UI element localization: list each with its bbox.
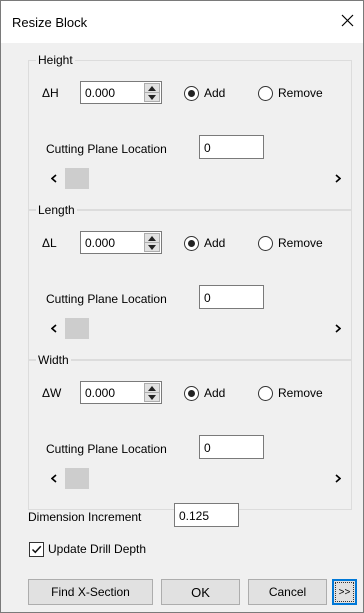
delta-l-label: ΔL: [42, 236, 57, 250]
close-icon: [341, 14, 354, 27]
radio-unselected-icon: [258, 235, 273, 251]
checkbox-checked-icon: [29, 541, 44, 557]
length-cutting-plane-label: Cutting Plane Location: [46, 292, 167, 306]
dialog-title: Resize Block: [12, 15, 88, 30]
chevron-left-icon: [51, 174, 57, 183]
more-options-label: >>: [335, 582, 354, 602]
delta-h-increment-button[interactable]: [145, 84, 159, 92]
length-scroll-thumb[interactable]: [65, 318, 89, 339]
height-cutting-plane-value: 0: [204, 141, 211, 155]
width-remove-label: Remove: [278, 386, 323, 400]
height-group: Height ΔH 0.000 Add Remove Cutting Plane…: [28, 53, 352, 210]
title-bar: Resize Block: [1, 1, 363, 43]
width-cutting-plane-label: Cutting Plane Location: [46, 442, 167, 456]
radio-selected-icon: [184, 385, 199, 401]
triangle-down-icon: [148, 94, 156, 100]
height-group-label: Height: [36, 53, 75, 67]
height-cutting-plane-label: Cutting Plane Location: [46, 142, 167, 156]
radio-selected-icon: [184, 235, 199, 251]
dimension-increment-label: Dimension Increment: [28, 510, 142, 524]
height-remove-label: Remove: [278, 86, 323, 100]
ok-button[interactable]: OK: [161, 579, 240, 605]
delta-l-value: 0.000: [85, 236, 116, 250]
radio-unselected-icon: [258, 385, 273, 401]
delta-h-value: 0.000: [85, 86, 116, 100]
height-cutting-plane-input[interactable]: 0: [199, 135, 264, 159]
height-remove-radio[interactable]: Remove: [258, 83, 323, 103]
length-scroll-right-button[interactable]: [329, 317, 347, 340]
width-group-label: Width: [36, 353, 71, 367]
dimension-increment-input[interactable]: 0.125: [174, 503, 239, 527]
resize-block-dialog: Resize Block Height ΔH 0.000 Add Remove …: [0, 0, 364, 613]
height-add-label: Add: [204, 86, 226, 100]
width-cutting-plane-value: 0: [204, 441, 211, 455]
width-scroll-thumb[interactable]: [65, 468, 89, 489]
height-scroll-left-button[interactable]: [45, 167, 63, 190]
radio-selected-icon: [184, 85, 199, 101]
width-add-label: Add: [204, 386, 226, 400]
update-drill-depth-checkbox[interactable]: Update Drill Depth: [29, 540, 146, 558]
chevron-right-icon: [335, 324, 341, 333]
length-scroll-left-button[interactable]: [45, 317, 63, 340]
width-cutting-plane-input[interactable]: 0: [199, 435, 264, 459]
cancel-button[interactable]: Cancel: [248, 579, 327, 605]
chevron-left-icon: [51, 474, 57, 483]
delta-h-label: ΔH: [42, 86, 59, 100]
delta-h-spin-buttons: [144, 83, 160, 102]
length-add-radio[interactable]: Add: [184, 233, 225, 253]
more-options-button[interactable]: >>: [332, 579, 357, 605]
triangle-down-icon: [148, 244, 156, 250]
height-scrollbar[interactable]: [45, 167, 347, 190]
width-remove-radio[interactable]: Remove: [258, 383, 323, 403]
dimension-increment-value: 0.125: [179, 509, 210, 523]
delta-h-decrement-button[interactable]: [145, 93, 159, 101]
width-group: Width ΔW 0.000 Add Remove Cutting Plane …: [28, 353, 352, 510]
triangle-up-icon: [148, 85, 156, 91]
delta-w-decrement-button[interactable]: [145, 393, 159, 401]
delta-w-spin-buttons: [144, 383, 160, 402]
delta-l-increment-button[interactable]: [145, 234, 159, 242]
chevron-right-icon: [335, 474, 341, 483]
chevron-left-icon: [51, 324, 57, 333]
update-drill-depth-label: Update Drill Depth: [48, 542, 147, 556]
chevron-right-icon: [335, 174, 341, 183]
close-button[interactable]: [333, 9, 361, 33]
radio-unselected-icon: [258, 85, 273, 101]
triangle-down-icon: [148, 394, 156, 400]
delta-w-increment-button[interactable]: [145, 384, 159, 392]
delta-h-spinbox[interactable]: 0.000: [80, 81, 162, 104]
length-cutting-plane-value: 0: [204, 291, 211, 305]
height-add-radio[interactable]: Add: [184, 83, 225, 103]
length-add-label: Add: [204, 236, 226, 250]
triangle-up-icon: [148, 385, 156, 391]
length-group-label: Length: [36, 203, 77, 217]
height-scroll-thumb[interactable]: [65, 168, 89, 189]
length-remove-label: Remove: [278, 236, 323, 250]
checkmark-icon: [31, 545, 42, 553]
find-x-section-button[interactable]: Find X-Section: [28, 579, 153, 605]
delta-l-spinbox[interactable]: 0.000: [80, 231, 162, 254]
delta-w-value: 0.000: [85, 386, 116, 400]
length-scrollbar[interactable]: [45, 317, 347, 340]
delta-l-spin-buttons: [144, 233, 160, 252]
delta-l-decrement-button[interactable]: [145, 243, 159, 251]
width-scroll-left-button[interactable]: [45, 467, 63, 490]
length-cutting-plane-input[interactable]: 0: [199, 285, 264, 309]
triangle-up-icon: [148, 235, 156, 241]
length-group: Length ΔL 0.000 Add Remove Cutting Plane…: [28, 203, 352, 360]
width-scrollbar[interactable]: [45, 467, 347, 490]
width-add-radio[interactable]: Add: [184, 383, 225, 403]
width-scroll-right-button[interactable]: [329, 467, 347, 490]
delta-w-label: ΔW: [42, 386, 62, 400]
delta-w-spinbox[interactable]: 0.000: [80, 381, 162, 404]
length-remove-radio[interactable]: Remove: [258, 233, 323, 253]
height-scroll-right-button[interactable]: [329, 167, 347, 190]
